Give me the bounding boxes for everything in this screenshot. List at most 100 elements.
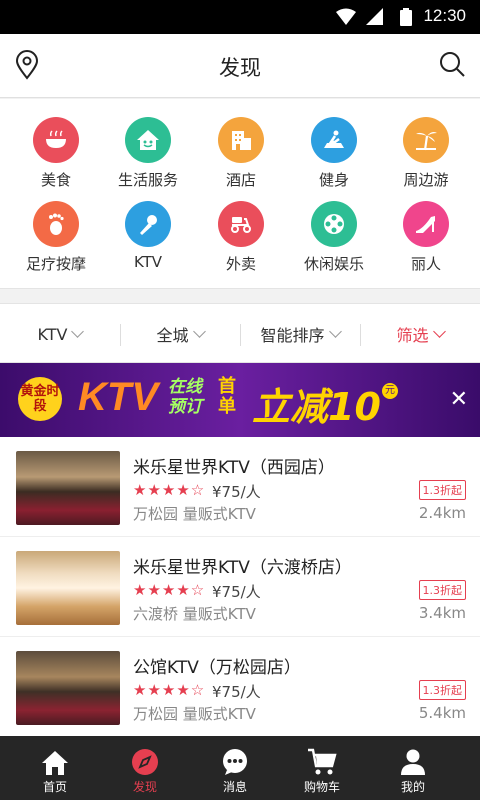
banner-yuan: 元 bbox=[382, 383, 398, 399]
banner-ktv: KTV bbox=[78, 375, 158, 419]
category-label: 外卖 bbox=[225, 255, 256, 273]
tab-home[interactable]: 首页 bbox=[7, 736, 103, 800]
category-fitness[interactable]: 健身 bbox=[286, 117, 382, 190]
shop-price: ¥75/人 bbox=[212, 583, 261, 601]
discount-badge: 1.3折起 bbox=[418, 580, 466, 600]
tab-discover[interactable]: 发现 bbox=[97, 736, 193, 800]
shop-name: 米乐星世界KTV（西园店） bbox=[133, 458, 335, 478]
tab-cart[interactable]: 购物车 bbox=[274, 736, 370, 800]
compass-icon bbox=[132, 749, 158, 775]
status-bar: 12:30 bbox=[0, 0, 480, 34]
shop-price: ¥75/人 bbox=[212, 483, 261, 501]
category-label: 丽人 bbox=[410, 255, 441, 273]
list-item[interactable]: 米乐星世界KTV（六渡桥店） ★★★★☆ ¥75/人 六渡桥 量贩式KTV 1.… bbox=[0, 537, 480, 637]
banner-online: 在线 预订 bbox=[168, 377, 202, 417]
shop-area: 万松园 量贩式KTV bbox=[133, 505, 256, 523]
star-rating: ★★★★☆ bbox=[133, 681, 206, 699]
category-travel[interactable]: 周边游 bbox=[378, 117, 474, 190]
category-takeout[interactable]: 外卖 bbox=[193, 201, 289, 274]
food-icon bbox=[33, 117, 79, 163]
page-title: 发现 bbox=[219, 56, 261, 80]
banner-first-line2: 单 bbox=[218, 396, 236, 417]
category-label: KTV bbox=[133, 253, 163, 271]
banner-online-line2: 预订 bbox=[168, 397, 202, 417]
filter-label: 筛选 bbox=[396, 326, 429, 345]
banner-discount: 立减10 bbox=[252, 385, 381, 429]
shop-price: ¥75/人 bbox=[212, 683, 261, 701]
banner-first-order: 首单 bbox=[218, 377, 236, 417]
banner-badge: 黄金时段 bbox=[18, 377, 62, 421]
tab-label: 消息 bbox=[222, 780, 247, 794]
filter-category[interactable]: KTV bbox=[0, 304, 120, 364]
filter-bar: KTV 全城 智能排序 筛选 bbox=[0, 303, 480, 363]
shop-thumbnail bbox=[16, 651, 120, 725]
list-item[interactable]: 米乐星世界KTV（西园店） ★★★★☆ ¥75/人 万松园 量贩式KTV 1.3… bbox=[0, 437, 480, 537]
close-icon[interactable]: ✕ bbox=[450, 389, 468, 411]
category-label: 酒店 bbox=[225, 171, 256, 189]
hotel-icon bbox=[218, 117, 264, 163]
high-heel-icon bbox=[403, 201, 449, 247]
bottom-tab-bar: 首页 发现 消息 购物车 我的 bbox=[0, 736, 480, 800]
category-ktv[interactable]: KTV bbox=[100, 201, 196, 271]
category-food[interactable]: 美食 bbox=[8, 117, 104, 190]
category-label: 美食 bbox=[40, 171, 71, 189]
banner-first-line1: 首 bbox=[218, 376, 236, 397]
discount-badge: 1.3折起 bbox=[418, 680, 466, 700]
shop-distance: 5.4km bbox=[418, 704, 466, 722]
scooter-icon bbox=[218, 201, 264, 247]
star-rating: ★★★★☆ bbox=[133, 581, 206, 599]
promo-banner[interactable]: 黄金时段 KTV 在线 预订 首单 立减10 元 ✕ bbox=[0, 363, 480, 437]
star-rating: ★★★★☆ bbox=[133, 481, 206, 499]
travel-icon bbox=[403, 117, 449, 163]
shop-name: 米乐星世界KTV（六渡桥店） bbox=[133, 558, 352, 578]
message-icon bbox=[223, 749, 247, 775]
filter-label: 全城 bbox=[156, 326, 189, 345]
category-grid: 美食 生活服务 酒店 健身 周边游 足疗按摩 KTV 外卖 休闲娱乐 丽人 bbox=[0, 99, 480, 289]
tab-label: 我的 bbox=[400, 780, 425, 794]
category-foot-massage[interactable]: 足疗按摩 bbox=[8, 201, 104, 274]
filter-screen[interactable]: 筛选 bbox=[360, 304, 480, 364]
battery-icon bbox=[400, 8, 412, 26]
category-label: 休闲娱乐 bbox=[303, 255, 364, 273]
shop-thumbnail bbox=[16, 551, 120, 625]
filter-label: KTV bbox=[37, 324, 68, 344]
category-label: 健身 bbox=[318, 171, 349, 189]
shop-distance: 3.4km bbox=[418, 604, 466, 622]
tab-label: 发现 bbox=[132, 780, 157, 794]
category-hotel[interactable]: 酒店 bbox=[193, 117, 289, 190]
category-label: 周边游 bbox=[403, 171, 449, 189]
banner-online-line1: 在线 bbox=[168, 377, 202, 397]
discount-badge: 1.3折起 bbox=[418, 480, 466, 500]
shop-list: 米乐星世界KTV（西园店） ★★★★☆ ¥75/人 万松园 量贩式KTV 1.3… bbox=[0, 437, 480, 737]
film-reel-icon bbox=[311, 201, 357, 247]
life-service-icon bbox=[125, 117, 171, 163]
category-leisure[interactable]: 休闲娱乐 bbox=[286, 201, 382, 274]
microphone-icon bbox=[125, 201, 171, 247]
tab-label: 购物车 bbox=[303, 780, 340, 794]
shop-area: 六渡桥 量贩式KTV bbox=[133, 605, 256, 623]
shop-area: 万松园 量贩式KTV bbox=[133, 705, 256, 723]
chevron-down-icon bbox=[192, 325, 206, 338]
tab-profile[interactable]: 我的 bbox=[365, 736, 461, 800]
clock: 12:30 bbox=[423, 6, 466, 25]
category-label: 生活服务 bbox=[117, 171, 178, 189]
chevron-down-icon bbox=[432, 325, 446, 338]
user-icon bbox=[401, 749, 425, 775]
shop-name: 公馆KTV（万松园店） bbox=[133, 658, 301, 678]
category-life-service[interactable]: 生活服务 bbox=[100, 117, 196, 190]
wifi-icon bbox=[336, 8, 356, 25]
category-beauty[interactable]: 丽人 bbox=[378, 201, 474, 274]
list-item[interactable]: 公馆KTV（万松园店） ★★★★☆ ¥75/人 万松园 量贩式KTV 1.3折起… bbox=[0, 637, 480, 737]
fitness-icon bbox=[311, 117, 357, 163]
filter-sort[interactable]: 智能排序 bbox=[240, 304, 360, 364]
filter-area[interactable]: 全城 bbox=[120, 304, 240, 364]
chevron-down-icon bbox=[71, 325, 85, 338]
signal-icon bbox=[366, 8, 383, 25]
filter-label: 智能排序 bbox=[260, 326, 325, 345]
top-nav-bar: 发现 bbox=[0, 34, 480, 98]
home-icon bbox=[42, 751, 68, 775]
tab-label: 首页 bbox=[42, 780, 67, 794]
cart-icon bbox=[308, 748, 337, 775]
tab-messages[interactable]: 消息 bbox=[187, 736, 283, 800]
search-icon[interactable] bbox=[438, 50, 466, 78]
